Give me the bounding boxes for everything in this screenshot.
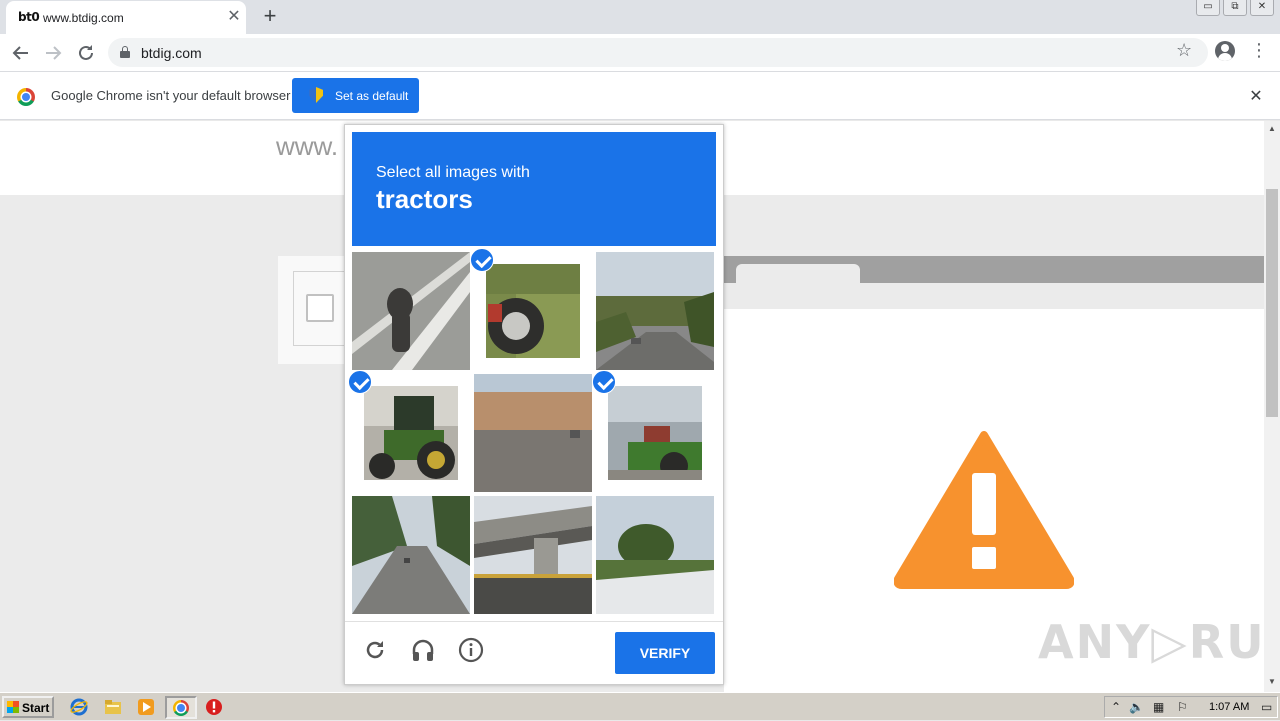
forward-arrow-icon[interactable] bbox=[40, 40, 66, 66]
page-scrollbar[interactable]: ▲ ▼ bbox=[1264, 121, 1280, 692]
tile-image bbox=[352, 252, 470, 370]
image-tile-grid bbox=[348, 248, 716, 616]
chrome-icon bbox=[173, 700, 189, 716]
tab-title: www.btdig.com bbox=[43, 11, 124, 25]
tile-image bbox=[608, 386, 702, 480]
reload-icon[interactable] bbox=[361, 636, 389, 664]
chrome-logo-icon bbox=[17, 88, 35, 106]
scroll-up-arrow-icon[interactable]: ▲ bbox=[1268, 124, 1276, 133]
window-controls: ▭ ⧉ ✕ bbox=[1196, 0, 1274, 18]
restore-button[interactable]: ⧉ bbox=[1223, 0, 1247, 16]
menu-icon[interactable]: ⋮ bbox=[1250, 40, 1268, 61]
anyrun-watermark: ANY▷RUN bbox=[1038, 615, 1264, 669]
infobar-close-icon[interactable]: ✕ bbox=[1246, 86, 1266, 106]
verify-button[interactable]: VERIFY bbox=[615, 632, 715, 674]
flag-icon[interactable]: ⚐ bbox=[1177, 700, 1188, 714]
selected-check-icon bbox=[470, 248, 494, 272]
image-tile-selected[interactable] bbox=[470, 248, 592, 370]
recaptcha-anchor-box bbox=[293, 271, 348, 346]
image-tile-selected[interactable] bbox=[592, 370, 714, 492]
image-tile[interactable] bbox=[474, 374, 592, 492]
image-tile[interactable] bbox=[352, 252, 470, 370]
star-icon[interactable]: ☆ bbox=[1176, 40, 1192, 61]
browser-toolbar: btdig.com bbox=[0, 34, 1280, 71]
system-tray: ⌃ 🔈 ▦ ⚐ 1:07 AM ▭ bbox=[1104, 696, 1278, 718]
set-as-default-button[interactable]: Set as default bbox=[292, 78, 419, 113]
chrome-taskbar-button[interactable] bbox=[165, 696, 197, 719]
minimize-button[interactable]: ▭ bbox=[1196, 0, 1220, 16]
reload-icon[interactable] bbox=[73, 40, 99, 66]
back-arrow-icon[interactable] bbox=[8, 40, 34, 66]
windows-taskbar: Start ⌃ 🔈 ▦ ⚐ 1:07 AM ▭ bbox=[0, 692, 1280, 720]
image-tile[interactable] bbox=[352, 496, 470, 614]
recaptcha-checkbox[interactable] bbox=[306, 294, 334, 322]
warning-icon bbox=[893, 429, 1075, 594]
site-favicon-icon: bt0 bbox=[18, 10, 40, 24]
address-bar[interactable]: btdig.com bbox=[108, 38, 1208, 67]
lock-icon[interactable] bbox=[120, 46, 130, 58]
show-hidden-icon[interactable]: ⌃ bbox=[1111, 700, 1121, 714]
new-tab-button[interactable]: + bbox=[258, 4, 282, 28]
windows-logo-icon bbox=[7, 701, 19, 713]
monitor-icon[interactable]: ▭ bbox=[1261, 700, 1272, 714]
image-tile-selected[interactable] bbox=[348, 370, 470, 492]
close-window-button[interactable]: ✕ bbox=[1250, 0, 1274, 16]
file-explorer-icon[interactable] bbox=[104, 698, 122, 716]
tile-image bbox=[596, 496, 714, 614]
image-tile[interactable] bbox=[474, 496, 592, 614]
folder-tab-bar bbox=[724, 256, 1264, 283]
info-icon[interactable] bbox=[457, 636, 485, 664]
scroll-down-arrow-icon[interactable]: ▼ bbox=[1268, 677, 1276, 686]
audio-icon[interactable] bbox=[409, 636, 437, 664]
image-tile[interactable] bbox=[596, 252, 714, 370]
url-text[interactable]: btdig.com bbox=[141, 45, 202, 61]
challenge-instruction: Select all images with bbox=[376, 164, 530, 181]
tile-image bbox=[596, 252, 714, 370]
image-tile[interactable] bbox=[596, 496, 714, 614]
challenge-keyword: tractors bbox=[376, 184, 473, 214]
challenge-footer: VERIFY bbox=[345, 621, 723, 684]
page-heading: www. bbox=[276, 131, 339, 161]
stop-icon[interactable] bbox=[205, 698, 223, 716]
tab-strip: bt0 www.btdig.com ✕ + ▭ ⧉ ✕ bbox=[0, 0, 1280, 34]
tile-image bbox=[486, 264, 580, 358]
browser-tab[interactable]: bt0 www.btdig.com ✕ bbox=[6, 1, 246, 34]
start-button[interactable]: Start bbox=[2, 696, 54, 718]
start-label: Start bbox=[22, 701, 50, 715]
tile-image bbox=[364, 386, 458, 480]
selected-check-icon bbox=[592, 370, 616, 394]
shield-icon bbox=[309, 87, 323, 103]
account-icon[interactable] bbox=[1215, 41, 1235, 61]
network-icon[interactable]: ▦ bbox=[1153, 700, 1164, 714]
tile-image bbox=[474, 496, 592, 614]
set-as-default-label: Set as default bbox=[335, 89, 409, 103]
selected-check-icon bbox=[348, 370, 372, 394]
default-browser-infobar: Google Chrome isn't your default browser… bbox=[0, 71, 1280, 120]
recaptcha-challenge: Select all images with tractors VERIFY bbox=[344, 124, 724, 685]
folder-tab bbox=[736, 264, 860, 283]
scroll-thumb[interactable] bbox=[1266, 189, 1278, 417]
media-player-icon[interactable] bbox=[137, 698, 155, 716]
tile-image bbox=[352, 496, 470, 614]
infobar-message: Google Chrome isn't your default browser bbox=[51, 88, 291, 103]
tab-close-icon[interactable]: ✕ bbox=[224, 7, 244, 27]
challenge-header: Select all images with tractors bbox=[352, 132, 716, 246]
clock: 1:07 AM bbox=[1209, 701, 1250, 713]
tile-image bbox=[474, 374, 592, 492]
speaker-icon[interactable]: 🔈 bbox=[1129, 700, 1144, 714]
internet-explorer-icon[interactable] bbox=[70, 698, 88, 716]
